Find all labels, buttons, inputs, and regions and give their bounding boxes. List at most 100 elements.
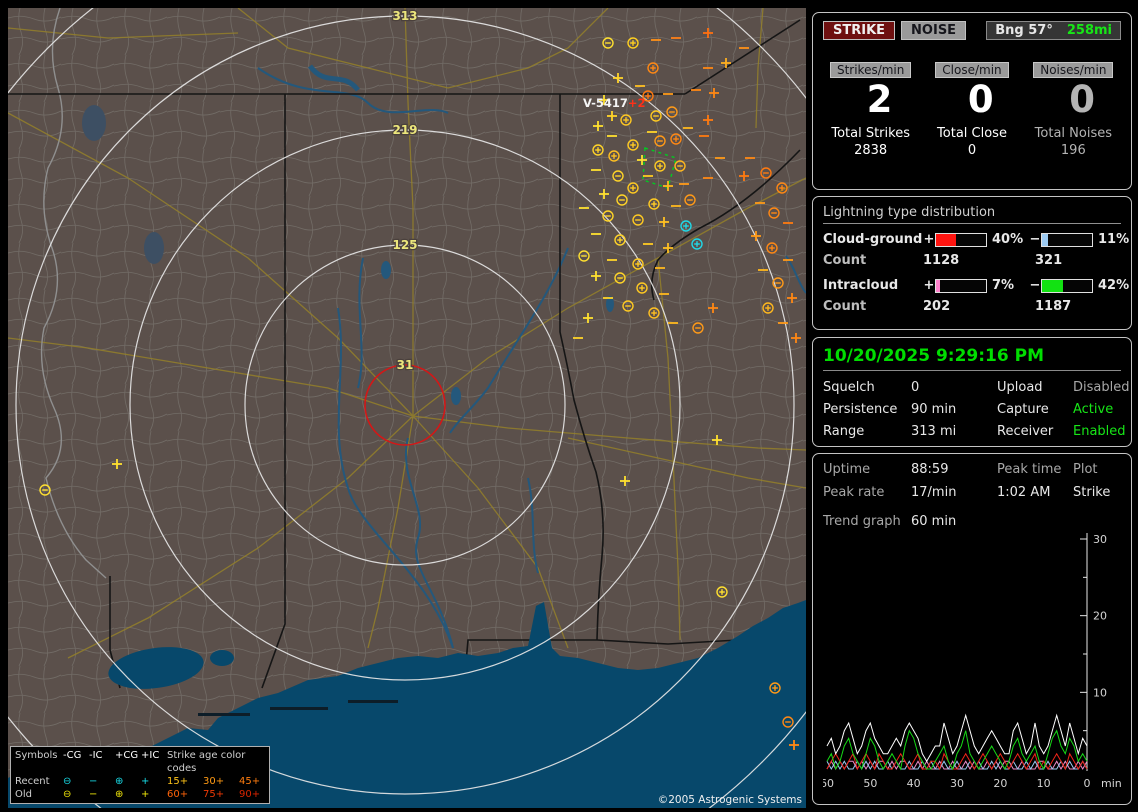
ic-neg-count: 1187 xyxy=(1035,299,1121,314)
svg-text:40: 40 xyxy=(907,777,921,790)
recent-cg-neg-icon: ⊖ xyxy=(63,775,89,788)
noise-button[interactable]: NOISE xyxy=(901,21,966,40)
counters-panel: STRIKE NOISE Bng 57° 258mi Strikes/min C… xyxy=(812,12,1132,190)
old-ic-pos-icon: + xyxy=(141,788,167,801)
age-code-30: 30+ xyxy=(203,775,239,788)
age-code-15: 15+ xyxy=(167,775,203,788)
ic-neg-bar xyxy=(1041,279,1093,293)
svg-text:60: 60 xyxy=(823,777,834,790)
total-strikes-value: 2838 xyxy=(823,143,918,158)
storm-cell-id: V-5417 xyxy=(583,96,628,110)
cg-neg-pct: 11% xyxy=(1093,232,1135,247)
svg-text:31: 31 xyxy=(397,358,414,372)
cg-count-label: Count xyxy=(823,253,923,268)
strikes-per-min-chip: Strikes/min xyxy=(830,62,911,78)
old-cg-pos-icon: ⊕ xyxy=(115,788,141,801)
svg-text:20: 20 xyxy=(1093,610,1107,623)
squelch-value: 0 xyxy=(911,380,997,395)
legend-recent-label: Recent xyxy=(15,775,63,788)
legend-col-ic-neg: -IC xyxy=(89,749,115,775)
svg-text:30: 30 xyxy=(950,777,964,790)
intracloud-label: Intracloud xyxy=(823,278,923,293)
ic-neg-pct: 42% xyxy=(1093,278,1135,293)
svg-text:219: 219 xyxy=(392,123,417,137)
datetime-display: 10/20/2025 9:29:16 PM xyxy=(823,346,1121,371)
persistence-value: 90 min xyxy=(911,402,997,417)
old-cg-neg-icon: ⊖ xyxy=(63,788,89,801)
svg-text:20: 20 xyxy=(993,777,1007,790)
ic-pos-count: 202 xyxy=(923,299,1035,314)
capture-status: Active xyxy=(1073,402,1129,417)
lightning-map[interactable]: 313 219 125 31 V-5417+2 Symbols -CG -IC +CG… xyxy=(8,8,806,808)
legend-col-cg-neg: -CG xyxy=(63,749,89,775)
plus-sign: + xyxy=(923,232,935,247)
copyright-text: ©2005 Astrogenic Systems xyxy=(658,794,802,806)
svg-text:0: 0 xyxy=(1084,777,1091,790)
legend-age-label: Strike age color codes xyxy=(167,749,275,775)
upload-label: Upload xyxy=(997,380,1073,395)
plus-sign: + xyxy=(923,278,935,293)
distribution-title: Lightning type distribution xyxy=(823,205,1121,224)
cg-neg-count: 321 xyxy=(1035,253,1121,268)
peak-time-label: Peak time xyxy=(997,462,1073,477)
trend-graph-label: Trend graph xyxy=(823,514,911,529)
legend-col-ic-pos: +IC xyxy=(141,749,167,775)
status-panel: 10/20/2025 9:29:16 PM Squelch 0 Upload D… xyxy=(812,337,1132,447)
cg-neg-bar xyxy=(1041,233,1093,247)
recent-ic-neg-icon: − xyxy=(89,775,115,788)
range-label: Range xyxy=(823,424,911,439)
trend-graph-value: 60 min xyxy=(911,514,1121,529)
ic-pos-pct: 7% xyxy=(987,278,1029,293)
age-code-45: 45+ xyxy=(239,775,275,788)
minus-sign: − xyxy=(1029,278,1041,293)
old-ic-neg-icon: − xyxy=(89,788,115,801)
peak-rate-label: Peak rate xyxy=(823,485,911,500)
svg-text:125: 125 xyxy=(392,238,417,252)
uptime-value: 88:59 xyxy=(911,462,997,477)
legend-col-cg-pos: +CG xyxy=(115,749,141,775)
svg-text:50: 50 xyxy=(863,777,877,790)
svg-text:min: min xyxy=(1101,777,1122,790)
total-noises-label: Total Noises xyxy=(1026,126,1121,141)
noises-per-min-chip: Noises/min xyxy=(1033,62,1113,78)
close-per-min-chip: Close/min xyxy=(935,62,1008,78)
session-panel: Uptime 88:59 Peak time Plot Peak rate 17… xyxy=(812,453,1132,805)
plot-value: Strike xyxy=(1073,485,1121,500)
strike-button[interactable]: STRIKE xyxy=(823,21,895,40)
total-close-label: Total Close xyxy=(924,126,1019,141)
minus-sign: − xyxy=(1029,232,1041,247)
svg-text:313: 313 xyxy=(392,9,417,23)
strikes-per-min-value: 2 xyxy=(823,78,918,122)
age-code-60: 60+ xyxy=(167,788,203,801)
cg-pos-count: 1128 xyxy=(923,253,1035,268)
distribution-panel: Lightning type distribution Cloud-ground… xyxy=(812,196,1132,330)
receiver-status: Enabled xyxy=(1073,424,1129,439)
upload-status: Disabled xyxy=(1073,380,1129,395)
total-strikes-label: Total Strikes xyxy=(823,126,918,141)
svg-text:10: 10 xyxy=(1037,777,1051,790)
bearing-distance: 258mi xyxy=(1067,23,1112,38)
trend-graph: 10 20 30 60 50 40 30 20 10 0 min xyxy=(823,531,1123,797)
receiver-label: Receiver xyxy=(997,424,1073,439)
age-code-90: 90+ xyxy=(239,788,275,801)
map-canvas: 313 219 125 31 xyxy=(8,8,806,808)
close-per-min-value: 0 xyxy=(924,78,1019,122)
noises-per-min-value: 0 xyxy=(1026,78,1121,122)
recent-ic-pos-icon: + xyxy=(141,775,167,788)
storm-cell-label[interactable]: V-5417+2 xyxy=(583,96,645,110)
svg-text:30: 30 xyxy=(1093,533,1107,546)
ic-count-label: Count xyxy=(823,299,923,314)
squelch-label: Squelch xyxy=(823,380,911,395)
storm-cell-trend: +2 xyxy=(628,96,646,110)
legend-old-label: Old xyxy=(15,788,63,801)
plot-label: Plot xyxy=(1073,462,1121,477)
peak-rate-value: 17/min xyxy=(911,485,997,500)
bearing-label: Bng 57° xyxy=(995,23,1053,38)
cloud-ground-label: Cloud-ground xyxy=(823,232,923,247)
svg-text:10: 10 xyxy=(1093,686,1107,699)
legend-symbols-label: Symbols xyxy=(15,749,63,775)
cg-pos-pct: 40% xyxy=(987,232,1029,247)
bearing-display: Bng 57° 258mi xyxy=(986,21,1121,40)
recent-cg-pos-icon: ⊕ xyxy=(115,775,141,788)
capture-label: Capture xyxy=(997,402,1073,417)
